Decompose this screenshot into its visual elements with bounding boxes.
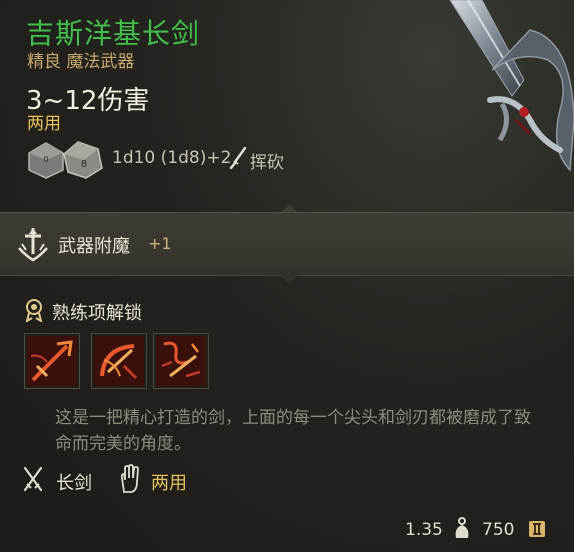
weapon-type-label: 长剑	[56, 473, 92, 494]
grip-label: 两用	[151, 473, 187, 494]
item-tooltip: 吉斯洋基长剑 精良 魔法武器 3~12伤害 两用 0 8 1d10 (1d8)+…	[0, 0, 574, 552]
enchantment-label: 武器附魔	[58, 236, 130, 257]
proficiency-icon	[25, 299, 43, 322]
enchantment-value: +1	[148, 234, 172, 253]
dice-formula: 1d10 (1d8)+2	[112, 148, 232, 168]
skill-flourish[interactable]	[153, 333, 209, 389]
skill-sweeping-slash[interactable]	[91, 333, 147, 389]
weapon-enchantment-icon	[18, 228, 48, 262]
lunge-strike-icon	[27, 336, 77, 386]
damage-type-label: 挥砍	[250, 153, 284, 173]
item-name: 吉斯洋基长剑	[26, 17, 201, 50]
sweeping-slash-icon	[94, 336, 144, 386]
band-notch-bottom	[280, 275, 298, 284]
svg-text:0: 0	[43, 155, 48, 164]
sword-artwork-icon	[449, 0, 574, 172]
proficiency-label: 熟练项解锁	[52, 303, 142, 324]
slashing-damage-icon	[229, 147, 247, 169]
handedness-label: 两用	[27, 114, 61, 134]
damage-dice-icon: 0 8	[28, 141, 103, 179]
item-description: 这是一把精心打造的剑，上面的每一个尖头和剑刃都被磨成了致命而完美的角度。	[55, 408, 531, 454]
gold-coin-icon	[529, 521, 545, 537]
item-weight: 1.35	[405, 520, 443, 540]
svg-text:8: 8	[81, 159, 87, 170]
longsword-type-icon	[23, 466, 43, 492]
item-rarity-type: 精良 魔法武器	[27, 52, 135, 72]
weight-icon	[455, 517, 469, 538]
skill-lunge-strike[interactable]	[24, 333, 80, 389]
flourish-icon	[156, 336, 206, 386]
item-value: 750	[482, 520, 515, 540]
versatile-hand-icon	[120, 464, 139, 493]
